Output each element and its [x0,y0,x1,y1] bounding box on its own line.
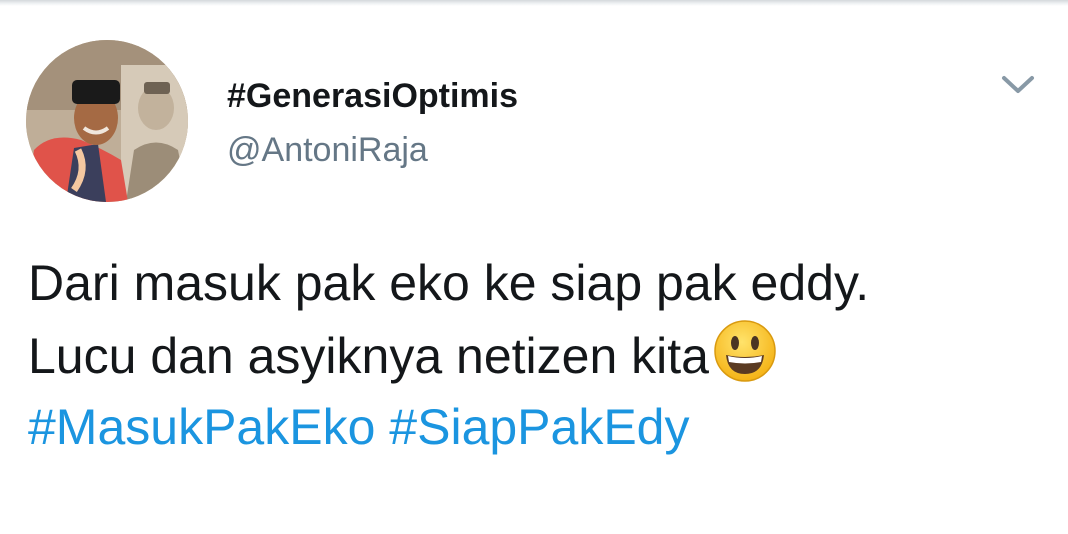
user-handle[interactable]: @AntoniRaja [227,130,428,170]
tweet-menu-button[interactable] [998,68,1038,100]
hashtag-link-masukpakeko[interactable]: #MasukPakEko [28,399,375,455]
top-divider [0,0,1068,6]
profile-photo-icon [26,40,188,202]
grinning-face-emoji-icon [713,319,777,383]
avatar[interactable] [26,40,188,202]
tweet-text-line-2-text: Lucu dan asyiknya netizen kita [28,328,709,384]
tweet-hashtags: #MasukPakEko #SiapPakEdy [28,392,1048,463]
tweet-text-line-2: Lucu dan asyiknya netizen kita [28,319,1048,392]
tweet-text: Dari masuk pak eko ke siap pak eddy. Luc… [28,248,1048,463]
chevron-down-icon [1002,76,1034,93]
tweet-card: #GenerasiOptimis @AntoniRaja Dari masuk … [0,0,1068,534]
hashtag-link-siappakedy[interactable]: #SiapPakEdy [389,399,689,455]
tweet-text-line-1: Dari masuk pak eko ke siap pak eddy. [28,255,870,311]
display-name[interactable]: #GenerasiOptimis [227,76,518,116]
